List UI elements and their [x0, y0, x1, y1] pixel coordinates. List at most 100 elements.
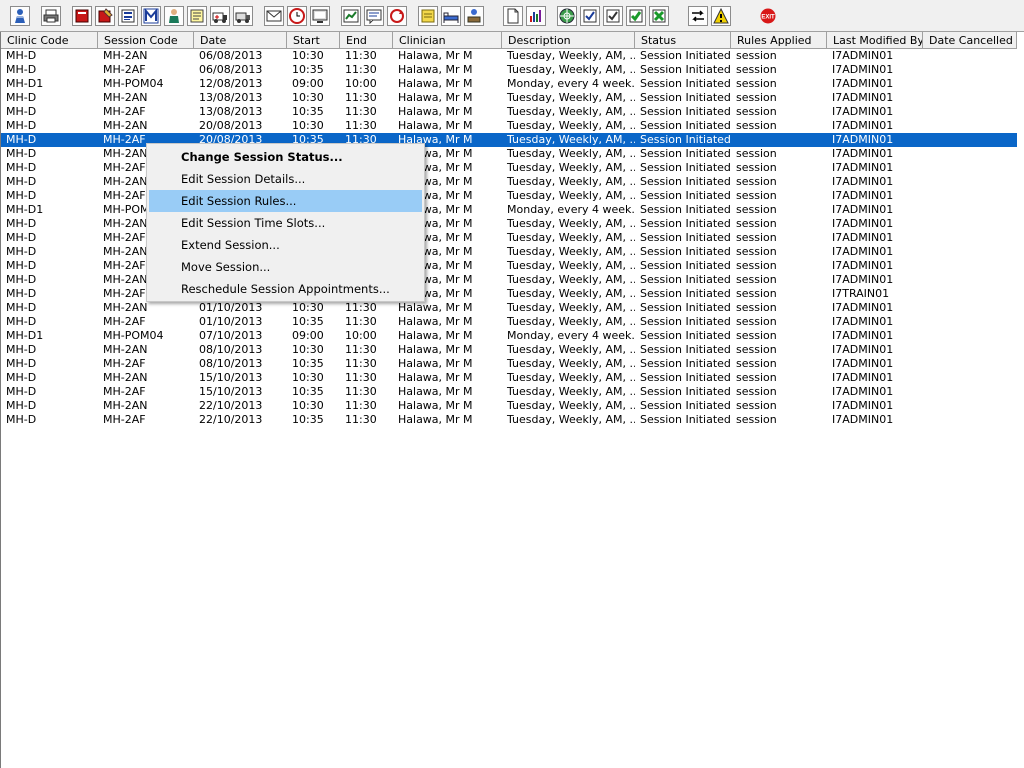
table-row[interactable]: MH-D MH-2AF 08/10/2013 10:35 11:30 Halawa, Mr…: [1, 357, 1017, 371]
cell-desc: Tuesday, Weekly, AM, ...: [507, 357, 635, 370]
table-row[interactable]: MH-D MH-2AN 20/08/2013 10:30 11:30 Halawa, Mr…: [1, 119, 1017, 133]
cell-start: 10:30: [292, 49, 324, 62]
book-icon: [74, 8, 90, 24]
cell-modified: I7ADMIN01: [832, 203, 894, 216]
table-row[interactable]: MH-D MH-2AN 06/08/2013 10:30 11:30 Halawa, Mr…: [1, 49, 1017, 63]
book-edit-button[interactable]: [95, 6, 115, 26]
clock-icon: [289, 8, 305, 24]
cell-cancelled: [923, 343, 1017, 357]
cell-start: 10:35: [292, 315, 324, 328]
swap-arrows-icon: [690, 8, 706, 24]
patient-search-button[interactable]: [10, 6, 30, 26]
table-row[interactable]: MH-D MH-2AN 08/10/2013 10:30 11:30 Halawa, Mr…: [1, 343, 1017, 357]
table-row[interactable]: MH-D MH-2AN 22/10/2013 10:30 11:30 Halawa, Mr…: [1, 399, 1017, 413]
cell-cancelled: [923, 119, 1017, 133]
menu-item-reschedule-session-appointments[interactable]: Reschedule Session Appointments...: [149, 278, 422, 300]
page-icon: [505, 8, 521, 24]
letter-m-button[interactable]: [141, 6, 161, 26]
green-check-button[interactable]: [626, 6, 646, 26]
menu-item-edit-session-rules[interactable]: Edit Session Rules...: [149, 190, 422, 212]
cell-start: 10:35: [292, 63, 324, 76]
cell-rules: session: [736, 413, 777, 426]
clock-button[interactable]: [287, 6, 307, 26]
table-row[interactable]: MH-D MH-2AN 13/08/2013 10:30 11:30 Halawa, Mr…: [1, 91, 1017, 105]
cell-cancelled: [923, 63, 1017, 77]
cell-date: 08/10/2013: [199, 357, 263, 370]
bar-chart-button[interactable]: [526, 6, 546, 26]
bar-chart-icon: [528, 8, 544, 24]
book-button[interactable]: [72, 6, 92, 26]
cell-date: 15/10/2013: [199, 385, 263, 398]
table-row[interactable]: MH-D MH-2AF 22/10/2013 10:35 11:30 Halawa, Mr…: [1, 413, 1017, 427]
warning-button[interactable]: [711, 6, 731, 26]
cell-clinic: MH-D: [6, 105, 37, 118]
cell-end: 10:00: [345, 77, 377, 90]
person-desk-button[interactable]: [464, 6, 484, 26]
cell-cancelled: [923, 287, 1017, 301]
refresh-button[interactable]: [387, 6, 407, 26]
menu-item-extend-session[interactable]: Extend Session...: [149, 234, 422, 256]
column-header-end[interactable]: End: [340, 32, 393, 48]
cell-status: Session Initiated: [640, 217, 731, 230]
document-list-button[interactable]: [118, 6, 138, 26]
transport-button[interactable]: [233, 6, 253, 26]
envelope-button[interactable]: [264, 6, 284, 26]
cell-modified: I7TRAIN01: [832, 287, 890, 300]
monitor-button[interactable]: [310, 6, 330, 26]
cell-session: MH-2AF: [103, 63, 146, 76]
table-row[interactable]: MH-D MH-2AF 15/10/2013 10:35 11:30 Halawa, Mr…: [1, 385, 1017, 399]
column-header-desc[interactable]: Description: [502, 32, 635, 48]
document-list-icon: [120, 8, 136, 24]
column-header-modified[interactable]: Last Modified By: [827, 32, 923, 48]
table-row[interactable]: MH-D MH-2AN 01/10/2013 10:30 11:30 Halawa, Mr…: [1, 301, 1017, 315]
chart-button[interactable]: [341, 6, 361, 26]
column-header-clinician[interactable]: Clinician: [393, 32, 502, 48]
check-button[interactable]: [603, 6, 623, 26]
print-button[interactable]: [41, 6, 61, 26]
cell-clinician: Halawa, Mr M: [398, 371, 473, 384]
page-button[interactable]: [503, 6, 523, 26]
green-x-button[interactable]: [649, 6, 669, 26]
menu-item-edit-session-details[interactable]: Edit Session Details...: [149, 168, 422, 190]
cell-modified: I7ADMIN01: [832, 105, 894, 118]
column-header-status[interactable]: Status: [635, 32, 731, 48]
checklist-button[interactable]: [580, 6, 600, 26]
menu-item-change-session-status[interactable]: Change Session Status...: [149, 146, 422, 168]
warning-icon: [713, 8, 729, 24]
column-header-clinic[interactable]: Clinic Code: [1, 32, 98, 48]
column-header-session[interactable]: Session Code: [98, 32, 194, 48]
table-row[interactable]: MH-D1 MH-POM04 12/08/2013 09:00 10:00 Halawa,…: [1, 77, 1017, 91]
cell-desc: Tuesday, Weekly, AM, ...: [507, 315, 635, 328]
table-row[interactable]: MH-D MH-2AF 01/10/2013 10:35 11:30 Halawa, Mr…: [1, 315, 1017, 329]
cell-session: MH-POM04: [103, 329, 164, 342]
exit-button[interactable]: EXIT: [758, 6, 778, 26]
print-icon: [43, 8, 59, 24]
column-header-cancelled[interactable]: Date Cancelled: [923, 32, 1017, 48]
ambulance-button[interactable]: [210, 6, 230, 26]
swap-arrows-button[interactable]: [688, 6, 708, 26]
table-row[interactable]: MH-D1 MH-POM04 07/10/2013 09:00 10:00 Halawa,…: [1, 329, 1017, 343]
doctor-button[interactable]: [164, 6, 184, 26]
column-header-rules[interactable]: Rules Applied: [731, 32, 827, 48]
message-button[interactable]: [364, 6, 384, 26]
column-header-date[interactable]: Date: [194, 32, 287, 48]
menu-item-move-session[interactable]: Move Session...: [149, 256, 422, 278]
bed-button[interactable]: [441, 6, 461, 26]
svg-text:EXIT: EXIT: [761, 15, 775, 21]
cell-session: MH-2AF: [103, 315, 146, 328]
cell-desc: Tuesday, Weekly, AM, ...: [507, 175, 635, 188]
cell-modified: I7ADMIN01: [832, 77, 894, 90]
globe-button[interactable]: [557, 6, 577, 26]
cell-date: 15/10/2013: [199, 371, 263, 384]
letter-m-icon: [143, 8, 159, 24]
cell-modified: I7ADMIN01: [832, 133, 894, 146]
table-row[interactable]: MH-D MH-2AF 13/08/2013 10:35 11:30 Halawa, Mr…: [1, 105, 1017, 119]
table-row[interactable]: MH-D MH-2AF 06/08/2013 10:35 11:30 Halawa, Mr…: [1, 63, 1017, 77]
cell-clinic: MH-D: [6, 385, 37, 398]
column-header-start[interactable]: Start: [287, 32, 340, 48]
notes-button[interactable]: [187, 6, 207, 26]
menu-item-edit-session-time-slots[interactable]: Edit Session Time Slots...: [149, 212, 422, 234]
table-row[interactable]: MH-D MH-2AN 15/10/2013 10:30 11:30 Halawa, Mr…: [1, 371, 1017, 385]
sticky-note-button[interactable]: [418, 6, 438, 26]
cell-clinician: Halawa, Mr M: [398, 77, 473, 90]
